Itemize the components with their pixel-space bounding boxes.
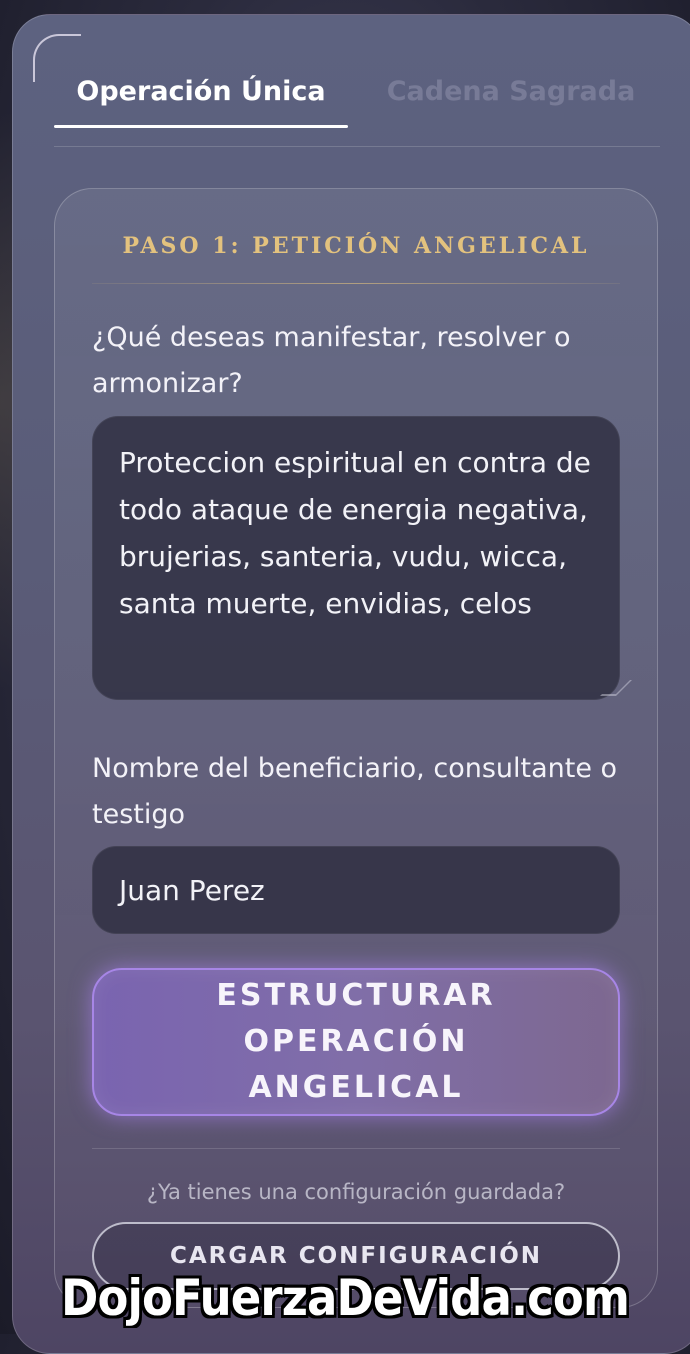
saved-config-prompt: ¿Ya tienes una configuración guardada?	[146, 1180, 566, 1204]
structure-operation-button[interactable]: ESTRUCTURAR OPERACIÓN ANGELICAL	[92, 968, 620, 1116]
step-divider	[92, 283, 620, 284]
beneficiary-name-input[interactable]: Juan Perez	[92, 846, 620, 934]
structure-operation-button-label: ESTRUCTURAR OPERACIÓN ANGELICAL	[216, 978, 496, 1105]
active-tab-indicator	[54, 125, 348, 128]
tab-cadena-sagrada[interactable]: Cadena Sagrada	[370, 72, 652, 112]
watermark-text: DojoFuerzaDeVida.com	[61, 1269, 630, 1327]
desire-textarea[interactable]: Proteccion espiritual en contra de todo …	[92, 416, 620, 700]
beneficiary-label: Nombre del beneficiario, consultante o t…	[92, 753, 618, 830]
tab-operacion-unica[interactable]: Operación Única	[54, 72, 348, 112]
step-title: PASO 1: PETICIÓN ANGELICAL	[122, 233, 590, 259]
tabs-divider	[54, 146, 660, 147]
desire-label: ¿Qué deseas manifestar, resolver o armon…	[92, 322, 571, 399]
bottom-divider	[92, 1148, 620, 1149]
